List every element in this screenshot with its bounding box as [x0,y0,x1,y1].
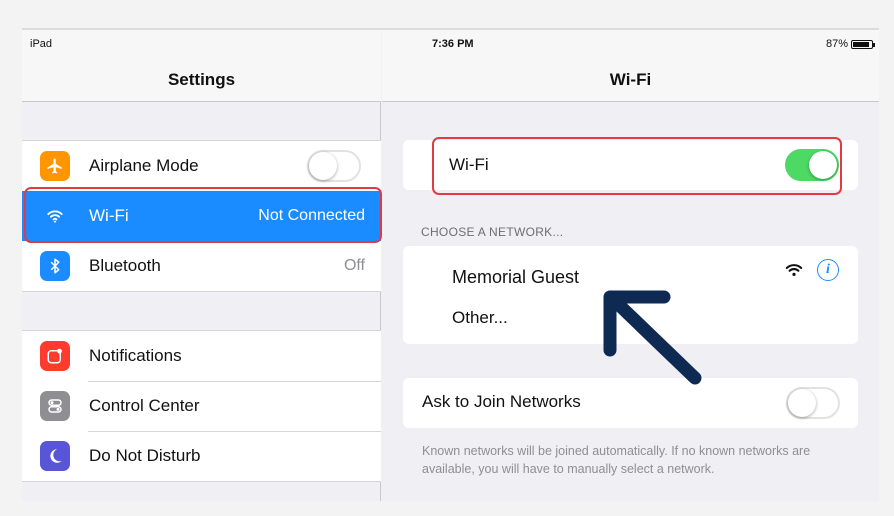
sidebar-item-do-not-disturb[interactable]: Do Not Disturb [22,431,381,481]
toggle-knob [788,389,816,417]
do-not-disturb-label: Do Not Disturb [89,446,201,465]
choose-network-header: CHOOSE A NETWORK... [421,225,564,239]
sidebar-item-airplane-mode[interactable]: Airplane Mode [22,141,381,191]
bluetooth-icon [40,251,70,281]
sidebar-item-notifications[interactable]: Notifications [22,331,381,381]
bluetooth-status-value: Off [343,257,365,274]
wifi-detail-pane: Wi-Fi Wi-Fi CHOOSE A NETWORK... Memorial… [382,30,879,501]
notifications-label: Notifications [89,346,182,365]
network-name: Memorial Guest [452,267,580,287]
ask-to-join-toggle[interactable] [786,387,840,419]
network-item-memorial-guest[interactable]: Memorial Guest i [403,246,858,296]
wifi-page-title: Wi-Fi [609,70,652,89]
status-device-name: iPad [30,38,53,50]
settings-title: Settings [167,70,236,89]
screenshot-frame: Settings Airplane Mode Wi-Fi Not Connect… [0,0,894,516]
info-icon[interactable]: i [817,259,839,281]
ask-to-join-row: Ask to Join Networks [403,378,858,428]
settings-sidebar: Settings Airplane Mode Wi-Fi Not Connect… [22,30,382,501]
network-item-other[interactable]: Other... [403,296,858,344]
sidebar-item-control-center[interactable]: Control Center [22,381,381,431]
network-list: Memorial Guest i Other... [403,246,858,344]
airplane-mode-toggle[interactable] [307,150,361,182]
sidebar-item-bluetooth[interactable]: Bluetooth Off [22,241,381,291]
wifi-highlight-box [24,187,382,243]
control-center-icon [40,391,70,421]
notifications-icon [40,341,70,371]
battery-percent: 87% [825,38,848,50]
toggle-knob [309,152,337,180]
control-center-label: Control Center [89,396,200,415]
other-network-label: Other... [452,308,508,327]
airplane-mode-label: Airplane Mode [89,156,199,175]
ipad-screen: Settings Airplane Mode Wi-Fi Not Connect… [22,28,879,501]
status-battery: 87% [825,38,875,50]
settings-nav-bar: Settings [22,30,381,102]
airplane-icon [40,151,70,181]
ask-to-join-label: Ask to Join Networks [422,392,581,411]
status-time: 7:36 PM [432,38,474,50]
settings-group-notifications: Notifications Control Center Do Not Dist… [22,330,381,482]
moon-icon [40,441,70,471]
ask-to-join-footer: Known networks will be joined automatica… [422,444,811,476]
battery-icon [851,39,875,49]
wifi-toggle-highlight-box [432,137,842,195]
bluetooth-label: Bluetooth [89,256,161,275]
battery-fill [853,41,869,47]
wifi-signal-icon [785,264,803,276]
